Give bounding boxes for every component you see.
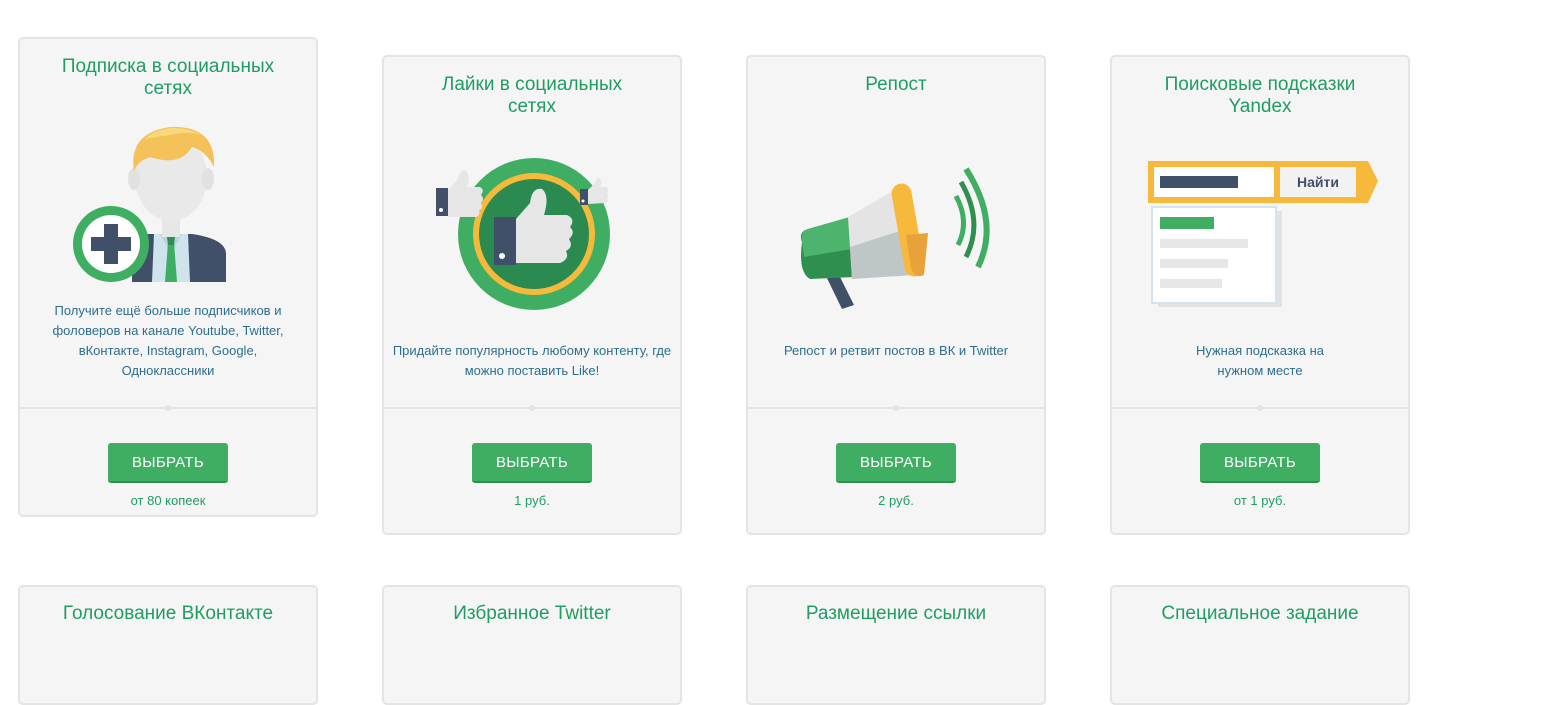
divider-dot <box>893 405 899 411</box>
subscriber-plus-icon <box>73 126 226 282</box>
card-divider <box>1112 405 1408 411</box>
card-divider <box>384 405 680 411</box>
card-title: Избранное Twitter <box>453 603 611 624</box>
megaphone-icon <box>800 167 990 309</box>
divider-dot <box>1257 405 1263 411</box>
service-card-subscription: Подписка в социальных сетях Получите ещё… <box>18 37 318 517</box>
card-description: Нужная подсказка на нужном месте <box>1195 343 1325 378</box>
price-label: от 1 руб. <box>1233 493 1287 508</box>
search-button-label: Найти <box>1297 174 1339 190</box>
select-button[interactable]: ВЫБРАТЬ <box>472 443 592 483</box>
divider-dot <box>165 405 171 411</box>
select-button[interactable]: ВЫБРАТЬ <box>108 443 228 483</box>
card-description: Репост и ретвит постов в ВК и Twitter <box>783 343 1009 358</box>
select-button[interactable]: ВЫБРАТЬ <box>836 443 956 483</box>
card-title: Голосование ВКонтакте <box>62 603 274 624</box>
service-card-link-placement: Размещение ссылки <box>746 585 1046 705</box>
service-card-special-task: Специальное задание <box>1110 585 1410 705</box>
card-title: Специальное задание <box>1161 603 1359 624</box>
card-divider <box>748 405 1044 411</box>
divider-dot <box>529 405 535 411</box>
service-card-repost: Репост Репост и ретвит постов в ВК и Twi… <box>746 55 1046 535</box>
search-suggest-icon: Найти <box>1148 161 1378 307</box>
service-card-likes: Лайки в социальных сетях Придайте популя… <box>382 55 682 535</box>
thumbs-up-icon <box>436 158 610 310</box>
card-description: Придайте популярность любому контенту, г… <box>392 343 672 378</box>
card-divider <box>20 405 316 411</box>
service-card-twitter-favorites: Избранное Twitter <box>382 585 682 705</box>
price-label: 2 руб. <box>878 493 914 508</box>
price-label: от 80 копеек <box>130 493 206 508</box>
card-description: Получите ещё больше подписчиков и фолове… <box>52 303 284 378</box>
service-card-search-suggest: Поисковые подсказки Yandex Найти Нужная … <box>1110 55 1410 535</box>
card-title: Размещение ссылки <box>805 603 987 624</box>
price-label: 1 руб. <box>514 493 550 508</box>
select-button[interactable]: ВЫБРАТЬ <box>1200 443 1320 483</box>
service-card-vk-voting: Голосование ВКонтакте <box>18 585 318 705</box>
